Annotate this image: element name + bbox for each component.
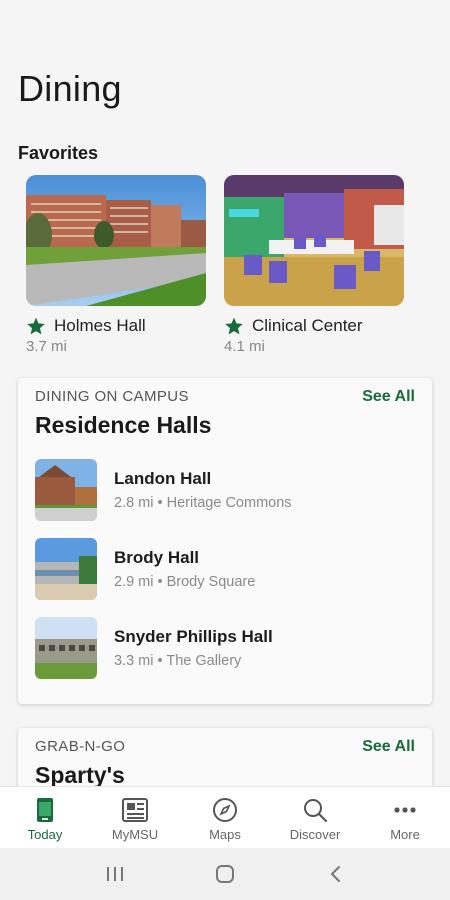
- nav-label: Discover: [289, 827, 341, 842]
- favorites-carousel[interactable]: Holmes Hall 3.7 mi Clinical Center 4.1 m…: [26, 175, 404, 355]
- recent-apps-icon: [107, 867, 123, 881]
- page-title: Dining: [18, 68, 122, 109]
- see-all-link[interactable]: See All: [362, 388, 415, 406]
- more-icon: [394, 807, 416, 813]
- system-navigation-bar: [0, 848, 450, 900]
- list-item-landon-hall[interactable]: Landon Hall 2.8 mi • Heritage Commons: [35, 459, 415, 521]
- nav-label: Today: [27, 827, 63, 842]
- favorites-heading: Favorites: [18, 143, 99, 163]
- nav-label: Maps: [209, 827, 241, 842]
- home-button[interactable]: [205, 854, 245, 894]
- nav-item-mymsu[interactable]: MyMSU: [90, 787, 180, 848]
- list-item-brody-hall[interactable]: Brody Hall 2.9 mi • Brody Square: [35, 538, 415, 600]
- see-all-link[interactable]: See All: [362, 738, 415, 756]
- hall-subtitle: 2.9 mi • Brody Square: [114, 574, 256, 590]
- card-title: Residence Halls: [35, 412, 212, 438]
- hall-subtitle: 2.8 mi • Heritage Commons: [114, 495, 292, 511]
- nav-label: More: [390, 827, 420, 842]
- residence-hall-list: Landon Hall 2.8 mi • Heritage Commons Br…: [18, 439, 432, 679]
- snyder-phillips-hall-thumbnail: [35, 617, 97, 679]
- status-bar-area: [0, 0, 450, 48]
- landon-hall-thumbnail: [35, 459, 97, 521]
- compass-icon: [213, 798, 237, 822]
- dining-on-campus-card: DINING ON CAMPUS See All Residence Halls…: [18, 378, 432, 704]
- favorite-distance: 4.1 mi: [224, 338, 265, 355]
- recent-apps-button[interactable]: [95, 854, 135, 894]
- brody-hall-thumbnail: [35, 538, 97, 600]
- favorite-name: Clinical Center: [252, 316, 363, 335]
- nav-item-more[interactable]: More: [360, 787, 450, 848]
- section-eyebrow: DINING ON CAMPUS: [35, 388, 189, 405]
- nav-item-discover[interactable]: Discover: [270, 787, 360, 848]
- clinical-center-photo: [224, 175, 404, 306]
- hall-name: Brody Hall: [114, 548, 200, 567]
- nav-item-today[interactable]: Today: [0, 787, 90, 848]
- favorite-name: Holmes Hall: [54, 316, 146, 335]
- hall-subtitle: 3.3 mi • The Gallery: [114, 653, 242, 669]
- news-icon: [122, 798, 148, 822]
- nav-label: MyMSU: [111, 827, 159, 842]
- list-item-snyder-phillips-hall[interactable]: Snyder Phillips Hall 3.3 mi • The Galler…: [35, 617, 415, 679]
- phone-icon: [37, 798, 53, 822]
- nav-item-maps[interactable]: Maps: [180, 787, 270, 848]
- back-icon: [331, 866, 340, 882]
- back-button[interactable]: [315, 854, 355, 894]
- star-icon[interactable]: [26, 316, 46, 336]
- home-icon: [216, 865, 234, 883]
- bottom-navigation: Today MyMSU Maps Discover More: [0, 786, 450, 848]
- favorite-card-clinical-center[interactable]: Clinical Center 4.1 mi: [224, 175, 404, 355]
- search-icon: [304, 799, 328, 823]
- holmes-hall-photo: [26, 175, 206, 306]
- favorite-card-holmes-hall[interactable]: Holmes Hall 3.7 mi: [26, 175, 206, 355]
- section-eyebrow: GRAB-N-GO: [35, 738, 126, 755]
- card-title: Sparty's: [35, 762, 125, 788]
- star-icon[interactable]: [224, 316, 244, 336]
- favorite-distance: 3.7 mi: [26, 338, 67, 355]
- hall-name: Landon Hall: [114, 469, 212, 488]
- hall-name: Snyder Phillips Hall: [114, 627, 273, 646]
